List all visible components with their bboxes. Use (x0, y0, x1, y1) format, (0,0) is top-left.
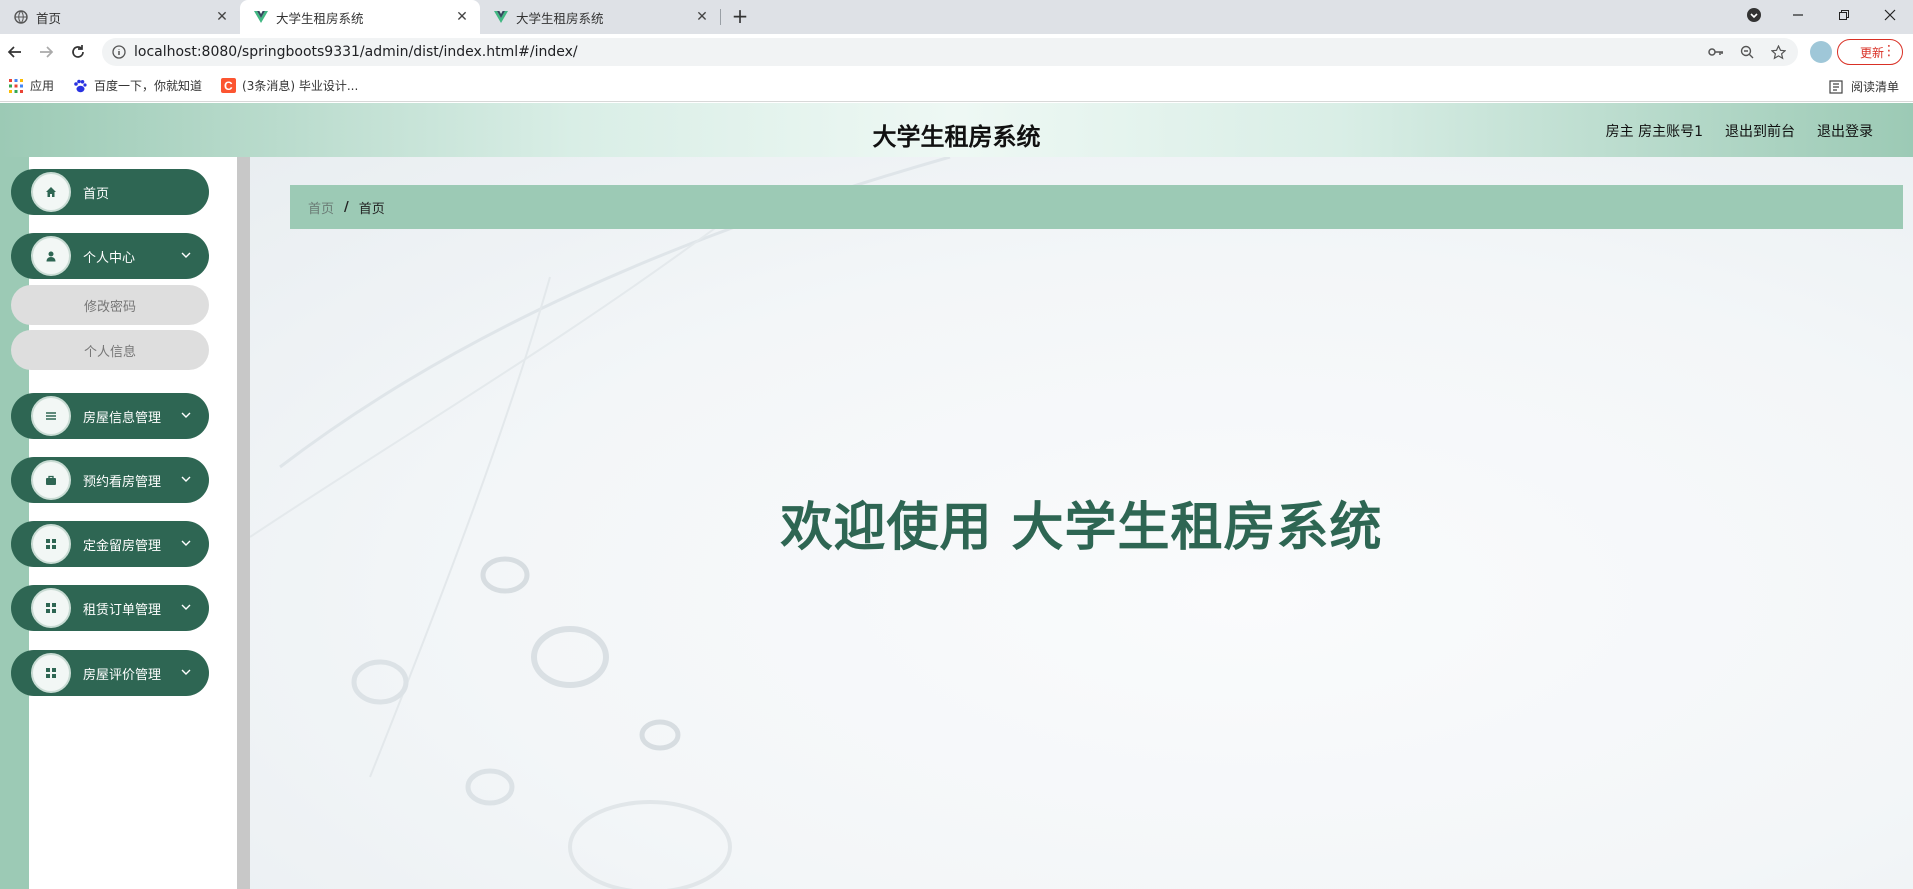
new-tab-button[interactable]: + (728, 5, 752, 29)
sidebar-item-house-reviews[interactable]: 房屋评价管理 (11, 650, 209, 696)
user-account-label: 房主 房主账号1 (1605, 124, 1703, 140)
tab-title: 大学生租房系统 (276, 10, 364, 26)
key-icon[interactable] (1707, 44, 1725, 60)
tab-title: 首页 (36, 10, 62, 26)
more-vert-icon: ⋮ (1882, 43, 1896, 59)
briefcase-icon (31, 460, 71, 500)
browser-toolbar: localhost:8080/springboots9331/admin/dis… (0, 34, 1913, 70)
bookmark-csdn[interactable]: C (3条消息) 毕业设计... (220, 77, 358, 94)
header-links: 房主 房主账号1 退出到前台 退出登录 (1584, 121, 1873, 141)
apps-grid-icon (8, 78, 24, 94)
submenu-label: 个人信息 (83, 344, 136, 360)
restore-button[interactable] (1821, 0, 1867, 30)
csdn-c-icon: C (220, 78, 236, 94)
bookmark-label: 百度一下，你就知道 (94, 79, 203, 93)
breadcrumb-separator: / (344, 199, 349, 215)
sidebar-scrollbar[interactable] (237, 157, 250, 889)
chevron-down-icon (179, 248, 193, 262)
user-icon (31, 236, 71, 276)
browser-tab-home[interactable]: 首页 ✕ (0, 0, 240, 34)
bookmarks-bar: 应用 百度一下，你就知道 C (3条消息) 毕业设计... 阅读清单 (0, 70, 1913, 102)
sidebar-item-label: 房屋信息管理 (83, 410, 162, 426)
back-button[interactable] (2, 40, 28, 64)
url-text[interactable]: localhost:8080/springboots9331/admin/dis… (134, 44, 578, 60)
globe-icon (14, 10, 28, 24)
submenu-item-change-password[interactable]: 修改密码 (11, 285, 209, 325)
chevron-down-icon (179, 408, 193, 422)
close-icon[interactable]: ✕ (694, 9, 710, 25)
bookmark-apps[interactable]: 应用 (8, 77, 54, 94)
grid-icon (31, 524, 71, 564)
sidebar-item-label: 定金留房管理 (83, 538, 162, 554)
welcome-heading: 欢迎使用 大学生租房系统 (780, 498, 1383, 558)
back-to-frontend-link[interactable]: 退出到前台 (1725, 121, 1795, 141)
sidebar-item-home[interactable]: 首页 (11, 169, 209, 215)
bookmark-baidu[interactable]: 百度一下，你就知道 (72, 77, 202, 94)
list-icon (31, 396, 71, 436)
bookmark-label: (3条消息) 毕业设计... (242, 79, 359, 93)
main-content: 首页 / 首页 欢迎使用 大学生租房系统 (250, 157, 1913, 889)
sidebar-item-label: 个人中心 (83, 250, 136, 266)
update-label: 更新 (1860, 45, 1885, 60)
sidebar-item-label: 预约看房管理 (83, 474, 162, 490)
sidebar-item-label: 租赁订单管理 (83, 602, 162, 618)
home-icon (31, 172, 71, 212)
sidebar-item-viewing-appointment[interactable]: 预约看房管理 (11, 457, 209, 503)
grid-icon (31, 588, 71, 628)
chevron-down-icon (179, 665, 193, 679)
breadcrumb: 首页 / 首页 (290, 185, 1903, 229)
reading-list-label: 阅读清单 (1850, 80, 1899, 94)
sidebar-item-label: 房屋评价管理 (83, 667, 162, 683)
close-icon (1884, 9, 1896, 21)
sidebar-item-personal-center[interactable]: 个人中心 (11, 233, 209, 279)
sidebar-item-label: 首页 (83, 186, 110, 202)
arrow-left-icon (7, 46, 21, 58)
sidebar-item-house-info[interactable]: 房屋信息管理 (11, 393, 209, 439)
window-close-button[interactable] (1867, 0, 1913, 30)
grid-icon (31, 653, 71, 693)
chevron-down-icon (179, 600, 193, 614)
info-icon (112, 45, 126, 59)
restore-icon (1839, 10, 1849, 20)
breadcrumb-current: 首页 (358, 201, 385, 217)
breadcrumb-home-link[interactable]: 首页 (308, 198, 334, 217)
chevron-down-icon (179, 472, 193, 486)
star-icon[interactable] (1769, 44, 1787, 60)
logout-link[interactable]: 退出登录 (1817, 121, 1873, 141)
app-root: 大学生租房系统 房主 房主账号1 退出到前台 退出登录 首页 个人中心 修改密码… (0, 103, 1913, 889)
zoom-icon[interactable] (1738, 44, 1756, 60)
close-icon[interactable]: ✕ (214, 9, 230, 25)
reading-list-icon (1829, 79, 1843, 94)
sidebar-item-deposit-reservation[interactable]: 定金留房管理 (11, 521, 209, 567)
tab-separator (720, 9, 721, 25)
tab-search-button[interactable] (1731, 0, 1777, 30)
forward-button[interactable] (33, 40, 59, 64)
app-header: 大学生租房系统 房主 房主账号1 退出到前台 退出登录 (0, 103, 1913, 157)
submenu-item-personal-info[interactable]: 个人信息 (11, 330, 209, 370)
baidu-paw-icon (72, 78, 88, 94)
chevron-down-circle-icon (1747, 8, 1761, 22)
arrow-right-icon (40, 46, 54, 58)
reload-icon (72, 45, 84, 58)
bookmark-label: 应用 (30, 79, 55, 93)
reading-list-button[interactable]: 阅读清单 (1829, 78, 1899, 95)
vue-logo-icon (254, 10, 268, 24)
address-bar[interactable]: localhost:8080/springboots9331/admin/dis… (102, 38, 1798, 66)
vue-logo-icon (494, 10, 508, 24)
update-button[interactable]: 更新 ⋮ (1837, 39, 1903, 65)
submenu-label: 修改密码 (83, 299, 136, 315)
tab-title: 大学生租房系统 (516, 10, 604, 26)
minimize-icon (1793, 14, 1803, 16)
profile-avatar[interactable] (1810, 41, 1832, 63)
browser-tab-active[interactable]: 大学生租房系统 ✕ (240, 0, 480, 34)
close-icon[interactable]: ✕ (454, 9, 470, 25)
minimize-button[interactable] (1775, 0, 1821, 30)
chevron-down-icon (179, 536, 193, 550)
reload-button[interactable] (65, 40, 91, 64)
browser-tab-third[interactable]: 大学生租房系统 ✕ (480, 0, 720, 34)
svg-text:C: C (224, 79, 233, 93)
sidebar-item-rental-orders[interactable]: 租赁订单管理 (11, 585, 209, 631)
browser-tab-strip: 首页 ✕ 大学生租房系统 ✕ 大学生租房系统 ✕ + (0, 0, 1913, 34)
sidebar: 首页 个人中心 修改密码 个人信息 房屋信息管理 预约看房管理 定金留房管理 租… (11, 157, 237, 889)
